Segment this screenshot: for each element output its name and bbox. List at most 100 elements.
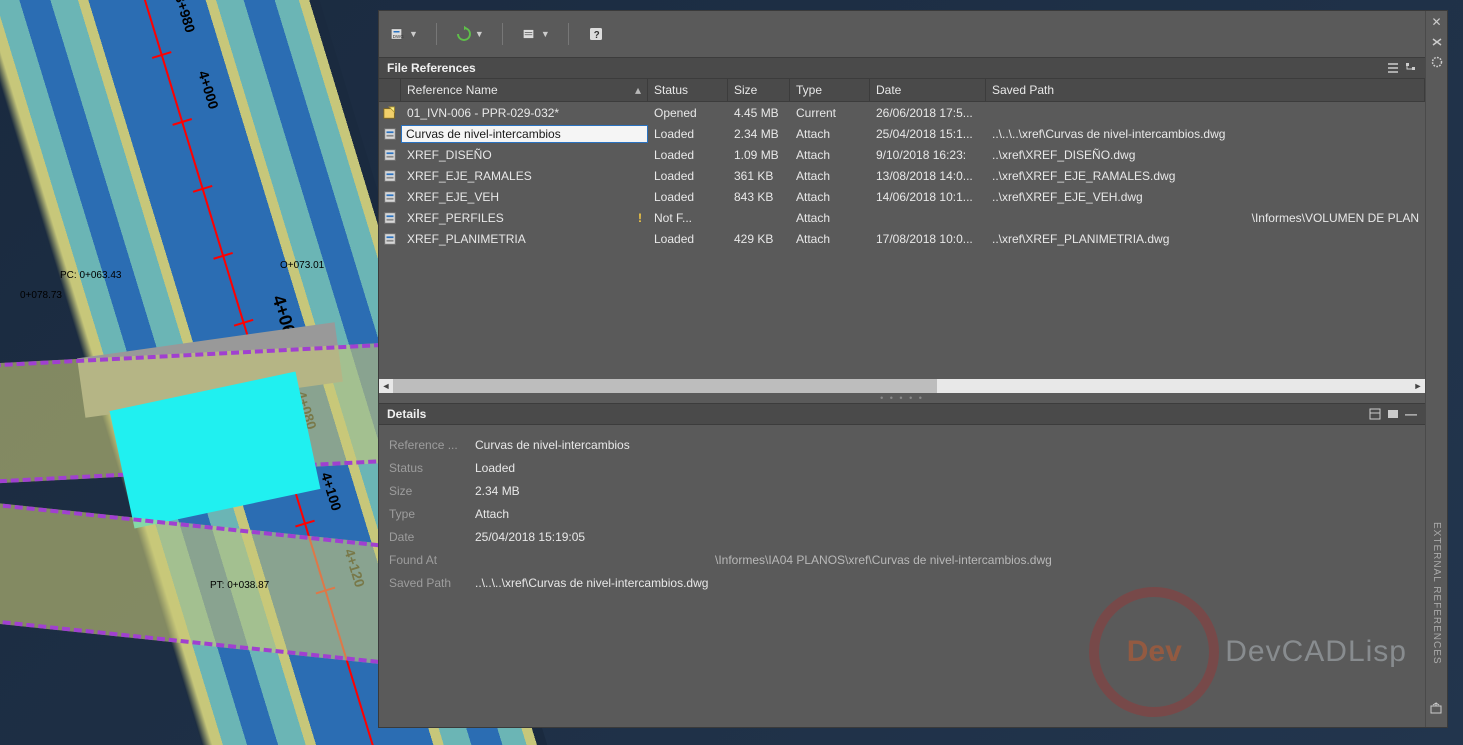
cell-type: Attach bbox=[790, 232, 870, 246]
table-row[interactable]: XREF_EJE_RAMALESLoaded361 KBAttach13/08/… bbox=[379, 165, 1425, 186]
cell-path: ..\xref\XREF_EJE_RAMALES.dwg bbox=[986, 169, 1425, 183]
cell-status: Loaded bbox=[648, 190, 728, 204]
panel-resizer[interactable]: • • • • • bbox=[379, 393, 1425, 403]
horizontal-scrollbar[interactable]: ◄ ► bbox=[379, 379, 1425, 393]
detail-label: Status bbox=[389, 461, 475, 475]
cell-name: Curvas de nivel-intercambios bbox=[401, 125, 648, 143]
cell-status: Not F... bbox=[648, 211, 728, 225]
cell-date: 25/04/2018 15:1... bbox=[870, 127, 986, 141]
attach-dwg-button[interactable]: DWG ▼ bbox=[389, 25, 418, 43]
cell-path: \Informes\VOLUMEN DE PLAN bbox=[986, 211, 1425, 225]
panel-title-bar: ✕ EXTERNAL REFERENCES bbox=[1425, 11, 1447, 727]
cell-type: Attach bbox=[790, 169, 870, 183]
xref-toolbar: DWG ▼ ▼ ▼ ? bbox=[379, 11, 1425, 57]
refresh-button[interactable]: ▼ bbox=[455, 25, 484, 43]
section-title: Details bbox=[387, 407, 426, 421]
file-icon bbox=[379, 169, 401, 183]
properties-icon[interactable] bbox=[1430, 55, 1444, 69]
detail-label: Found At bbox=[389, 553, 475, 567]
column-header-name[interactable]: Reference Name ▴ bbox=[401, 79, 648, 101]
cell-date: 14/06/2018 10:1... bbox=[870, 190, 986, 204]
detail-value: 2.34 MB bbox=[475, 484, 1415, 498]
table-row[interactable]: XREF_PERFILES!Not F...Attach\Informes\VO… bbox=[379, 207, 1425, 228]
cell-path: ..\xref\XREF_PLANIMETRIA.dwg bbox=[986, 232, 1425, 246]
file-references-header: File References bbox=[379, 57, 1425, 79]
column-header-status[interactable]: Status bbox=[648, 79, 728, 101]
grid-body: 01_IVN-006 - PPR-029-032*Opened4.45 MBCu… bbox=[379, 102, 1425, 249]
grid-header: Reference Name ▴ Status Size Type Date S… bbox=[379, 79, 1425, 102]
cell-status: Loaded bbox=[648, 169, 728, 183]
close-icon[interactable]: ✕ bbox=[1430, 15, 1444, 29]
cell-type: Attach bbox=[790, 127, 870, 141]
detail-value: \Informes\IA04 PLANOS\xref\Curvas de niv… bbox=[475, 553, 1415, 567]
table-row[interactable]: XREF_PLANIMETRIALoaded429 KBAttach17/08/… bbox=[379, 228, 1425, 249]
cell-type: Attach bbox=[790, 211, 870, 225]
svg-text:?: ? bbox=[594, 30, 600, 41]
detail-label: Date bbox=[389, 530, 475, 544]
cell-status: Loaded bbox=[648, 148, 728, 162]
chevron-down-icon: ▼ bbox=[475, 29, 484, 39]
svg-text:DWG: DWG bbox=[393, 34, 404, 39]
file-icon bbox=[379, 106, 401, 120]
auto-hide-icon[interactable] bbox=[1429, 701, 1445, 717]
cell-size: 361 KB bbox=[728, 169, 790, 183]
detail-value: Attach bbox=[475, 507, 1415, 521]
table-row[interactable]: 01_IVN-006 - PPR-029-032*Opened4.45 MBCu… bbox=[379, 102, 1425, 123]
cell-size: 1.09 MB bbox=[728, 148, 790, 162]
cell-type: Attach bbox=[790, 148, 870, 162]
cell-size: 4.45 MB bbox=[728, 106, 790, 120]
chevron-down-icon: ▼ bbox=[409, 29, 418, 39]
station-label: 4+000 bbox=[195, 69, 222, 111]
detail-value: Loaded bbox=[475, 461, 1415, 475]
column-header-size[interactable]: Size bbox=[728, 79, 790, 101]
details-body: Reference ...Curvas de nivel-intercambio… bbox=[379, 425, 1425, 727]
palette-title: EXTERNAL REFERENCES bbox=[1431, 522, 1442, 665]
cell-size: 429 KB bbox=[728, 232, 790, 246]
collapse-details-button[interactable]: — bbox=[1405, 408, 1417, 420]
preview-button[interactable] bbox=[1387, 408, 1399, 420]
column-header-type[interactable]: Type bbox=[790, 79, 870, 101]
table-row[interactable]: Curvas de nivel-intercambiosLoaded2.34 M… bbox=[379, 123, 1425, 144]
cell-name: XREF_EJE_VEH bbox=[401, 190, 648, 204]
scroll-thumb[interactable] bbox=[393, 379, 937, 393]
details-view-button[interactable] bbox=[1369, 408, 1381, 420]
cell-name: XREF_EJE_RAMALES bbox=[401, 169, 648, 183]
scroll-right-button[interactable]: ► bbox=[1411, 379, 1425, 393]
cell-status: Opened bbox=[648, 106, 728, 120]
cell-date: 17/08/2018 10:0... bbox=[870, 232, 986, 246]
cell-date: 9/10/2018 16:23: bbox=[870, 148, 986, 162]
pt-label: PT: 0+038.87 bbox=[210, 580, 269, 591]
column-header-path[interactable]: Saved Path bbox=[986, 79, 1425, 101]
section-title: File References bbox=[387, 61, 476, 75]
column-header-icon[interactable] bbox=[379, 79, 401, 101]
table-row[interactable]: XREF_DISEÑOLoaded1.09 MBAttach9/10/2018 … bbox=[379, 144, 1425, 165]
cell-path: ..\..\..\xref\Curvas de nivel-intercambi… bbox=[986, 127, 1425, 141]
list-view-button[interactable] bbox=[1387, 62, 1399, 74]
cell-path: ..\xref\XREF_DISEÑO.dwg bbox=[986, 148, 1425, 162]
cell-date: 13/08/2018 14:0... bbox=[870, 169, 986, 183]
cell-date: 26/06/2018 17:5... bbox=[870, 106, 986, 120]
chevron-down-icon: ▼ bbox=[541, 29, 550, 39]
station-label-small: O+073.01 bbox=[280, 260, 324, 271]
detail-value: Curvas de nivel-intercambios bbox=[475, 438, 1415, 452]
help-button[interactable]: ? bbox=[587, 25, 605, 43]
cell-type: Attach bbox=[790, 190, 870, 204]
cell-name: XREF_DISEÑO bbox=[401, 148, 648, 162]
detail-label: Saved Path bbox=[389, 576, 475, 590]
pc-label: PC: 0+063.43 bbox=[60, 270, 121, 281]
cell-size: 2.34 MB bbox=[728, 127, 790, 141]
file-icon bbox=[379, 148, 401, 162]
tree-view-button[interactable] bbox=[1405, 62, 1417, 74]
cell-name: XREF_PLANIMETRIA bbox=[401, 232, 648, 246]
table-row[interactable]: XREF_EJE_VEHLoaded843 KBAttach14/06/2018… bbox=[379, 186, 1425, 207]
cell-status: Loaded bbox=[648, 127, 728, 141]
scroll-left-button[interactable]: ◄ bbox=[379, 379, 393, 393]
detail-label: Reference ... bbox=[389, 438, 475, 452]
dock-icon[interactable] bbox=[1430, 35, 1444, 49]
detail-value: 25/04/2018 15:19:05 bbox=[475, 530, 1415, 544]
detail-label: Size bbox=[389, 484, 475, 498]
file-icon bbox=[379, 190, 401, 204]
cell-path: ..\xref\XREF_EJE_VEH.dwg bbox=[986, 190, 1425, 204]
column-header-date[interactable]: Date bbox=[870, 79, 986, 101]
change-path-button[interactable]: ▼ bbox=[521, 25, 550, 43]
